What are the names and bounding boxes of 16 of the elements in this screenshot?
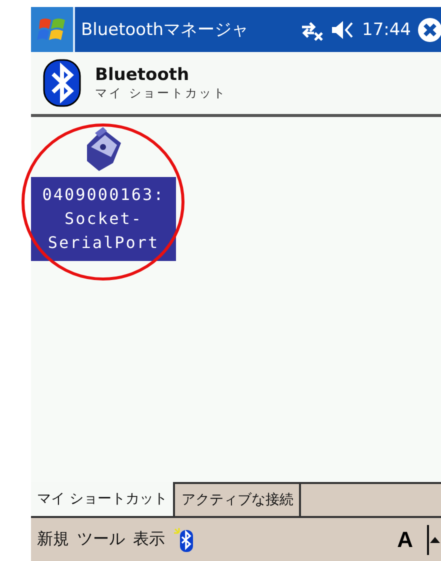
caret-up-icon	[430, 536, 440, 542]
window-title: Bluetoothマネージャ	[81, 19, 250, 41]
input-method-button[interactable]: A	[391, 526, 419, 552]
clock-time[interactable]: 17:44	[362, 20, 411, 40]
close-icon[interactable]	[417, 16, 441, 42]
input-panel-toggle[interactable]	[427, 524, 441, 554]
start-button[interactable]	[31, 7, 75, 52]
header-subtitle: マイ ショートカット	[95, 84, 227, 102]
tab[interactable]: マイ ショートカット	[31, 482, 176, 516]
shortcut-label: 0409000163: Socket-SerialPort	[31, 177, 176, 261]
header-title: Bluetooth	[95, 64, 190, 84]
menu-item[interactable]: ツール	[77, 529, 125, 550]
bluetooth-icon[interactable]	[173, 526, 195, 552]
menu-item[interactable]: 新規	[37, 529, 69, 550]
menu-item[interactable]: 表示	[133, 529, 165, 550]
bluetooth-icon	[43, 59, 81, 107]
